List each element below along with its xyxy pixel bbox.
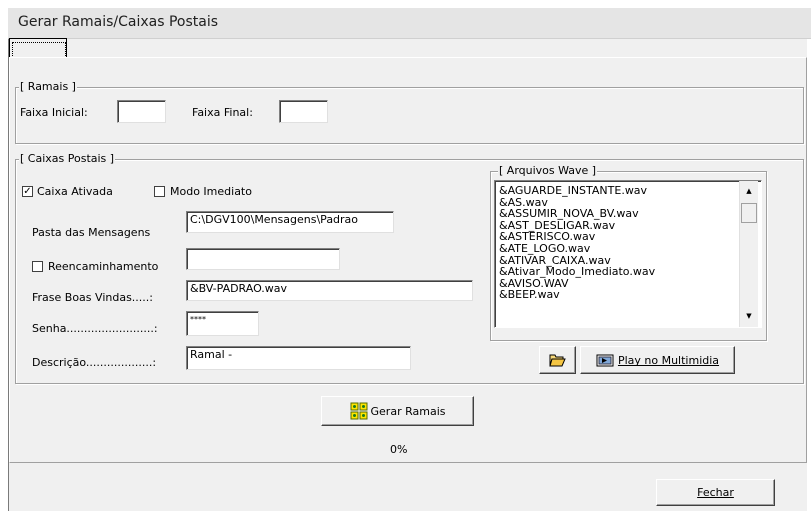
scroll-thumb[interactable] [741,203,757,223]
progress-text: 0% [390,443,408,456]
gerar-ramais-label: Gerar Ramais [370,404,446,418]
folder-icon [549,354,566,367]
caixas-postais-group-label: [ Caixas Postais ] [19,152,116,165]
caixa-ativada-checkbox[interactable]: ✓ [22,186,33,197]
wave-list-item[interactable]: &AGUARDE_INSTANTE.wav [495,185,740,197]
play-multimidia-label: Play no Multimidia [617,353,720,367]
senha-label: Senha.........................: [32,322,158,335]
window-title: Gerar Ramais/Caixas Postais [18,14,219,30]
modo-imediato-checkbox[interactable] [154,186,165,197]
arquivos-wave-list[interactable]: &AGUARDE_INSTANTE.wav &AS.wav &ASSUMIR_NOV… [494,180,762,328]
scroll-down-icon[interactable]: ▼ [741,309,757,323]
fechar-label: Fechar [697,486,734,499]
frase-boas-vindas-label: Frase Boas Vindas.....: [32,291,153,304]
descricao-input[interactable]: Ramal - [186,346,411,370]
modo-imediato-label: Modo Imediato [170,185,252,198]
senha-input[interactable]: **** [186,311,259,336]
grid-icon [350,402,368,420]
wave-list-item[interactable]: &Ativar_Modo_Imediato.wav [495,266,740,278]
reencaminhamento-input[interactable] [186,248,340,270]
pasta-mensagens-label: Pasta das Mensagens [32,226,151,239]
arquivos-scrollbar[interactable]: ▲ ▼ [739,181,758,327]
wave-list-item[interactable]: &BEEP.wav [495,289,740,301]
reencaminhamento-checkbox[interactable] [32,261,43,272]
arquivos-wave-group-label: [ Arquivos Wave ] [498,164,598,177]
faixa-final-input[interactable] [279,100,328,123]
descricao-label: Descrição...................: [32,356,157,369]
scroll-up-icon[interactable]: ▲ [741,184,757,198]
tab-focus-rect [12,42,66,58]
open-folder-button[interactable] [539,346,576,374]
frase-boas-vindas-input[interactable]: &BV-PADRAO.wav [186,280,473,301]
pasta-mensagens-input[interactable]: C:\DGV100\Mensagens\Padrao [186,211,394,233]
faixa-inicial-label: Faixa Inicial: [20,106,88,119]
wave-list-item[interactable]: &ATE_LOGO.wav [495,243,740,255]
reencaminhamento-label: Reencaminhamento [48,260,159,273]
multimedia-icon [596,354,614,366]
fechar-button[interactable]: Fechar [656,479,775,506]
ramais-group-label: [ Ramais ] [19,80,77,93]
gerar-ramais-button[interactable]: Gerar Ramais [321,396,474,426]
caixa-ativada-label: Caixa Ativada [37,185,113,198]
faixa-inicial-input[interactable] [117,100,166,123]
faixa-final-label: Faixa Final: [192,106,253,119]
play-multimidia-button[interactable]: Play no Multimidia [580,346,735,374]
